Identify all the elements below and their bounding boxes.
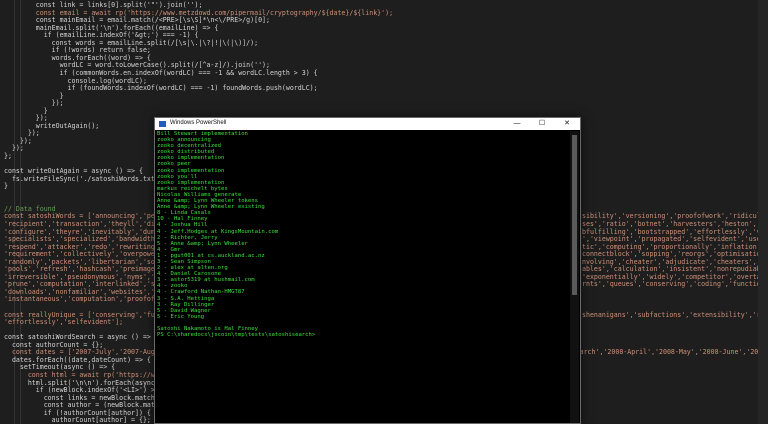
powershell-icon	[159, 121, 166, 127]
powershell-titlebar[interactable]: Windows PowerShell — ☐ ✕	[155, 118, 580, 130]
maximize-icon[interactable]: ☐	[531, 118, 553, 130]
code-line[interactable]: authorCount[author] = {};	[4, 415, 151, 424]
close-icon[interactable]: ✕	[556, 118, 578, 130]
minimize-icon[interactable]: —	[506, 118, 528, 130]
code-line[interactable]: };	[4, 151, 12, 161]
code-line[interactable]: }	[4, 181, 8, 191]
terminal-prompt: PS C:\sharedocs\jscoin\tmp\tests\satoshi…	[157, 332, 316, 339]
terminal-scrollbar[interactable]	[570, 131, 579, 423]
code-line[interactable]: 'effortlessly','selfevident'];	[4, 317, 123, 327]
powershell-window[interactable]: Windows PowerShell — ☐ ✕ Bill Stewart im…	[154, 117, 581, 424]
code-line-continuation[interactable]: rnts','queues','conserving','coding','fu…	[582, 279, 768, 289]
code-line-continuation[interactable]: shenanigans','subfactions','extensibilit…	[582, 310, 768, 320]
editor-scrollbar[interactable]	[758, 0, 768, 424]
scrollbar-thumb[interactable]	[572, 135, 577, 295]
window-title: Windows PowerShell	[170, 120, 227, 126]
terminal-output[interactable]: Bill Stewart implementation zooko announc…	[157, 131, 567, 423]
